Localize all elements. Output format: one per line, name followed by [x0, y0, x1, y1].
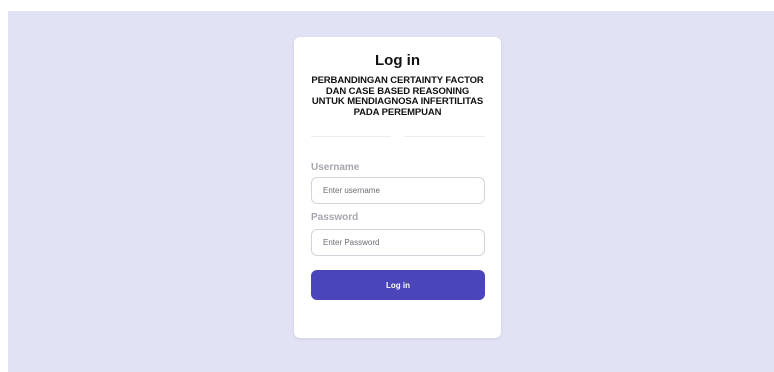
page-title: Log in [375, 52, 420, 69]
app-subtitle: PERBANDINGAN CERTAINTY FACTOR DAN CASE B… [294, 75, 501, 118]
subtitle-line: PADA PEREMPUAN [353, 106, 442, 118]
password-input[interactable] [311, 229, 485, 256]
password-label: Password [311, 212, 359, 223]
username-input[interactable] [311, 177, 485, 204]
subtitle-line: PERBANDINGAN CERTAINTY FACTOR [311, 75, 484, 86]
username-label: Username [311, 162, 360, 173]
divider-left [311, 136, 391, 137]
subtitle-line: UNTUK MENDIAGNOSA INFERTILITAS [311, 96, 484, 107]
divider-right [404, 136, 485, 137]
login-button[interactable]: Log in [311, 270, 485, 300]
